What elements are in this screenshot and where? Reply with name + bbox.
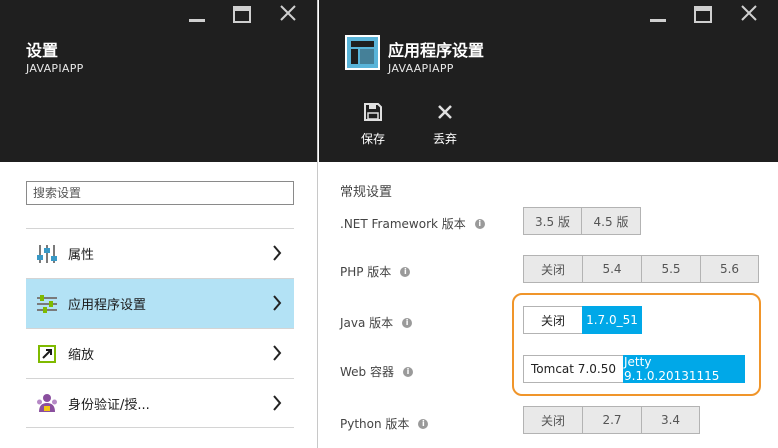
info-icon[interactable]: i [402,317,413,328]
php-version-text: PHP 版本 [340,265,392,279]
php-option-56[interactable]: 5.6 [700,255,759,283]
chevron-right-icon [273,395,282,411]
nav-item-scale[interactable]: 缩放 [26,328,294,378]
close-icon[interactable] [732,4,766,24]
nav-item-label: 缩放 [68,348,95,363]
nav-item-app-settings[interactable]: 应用程序设置 [26,278,294,328]
discard-icon [417,100,473,124]
discard-label: 丢弃 [432,132,457,146]
chevron-right-icon [273,345,282,361]
properties-icon [36,243,58,265]
search-settings-input[interactable] [26,181,294,205]
php-option-54[interactable]: 5.4 [582,255,642,283]
nav-item-label: 身份验证/授... [68,397,150,413]
chevron-right-icon [273,295,282,311]
php-version-options: 关闭 5.4 5.5 5.6 [523,255,759,283]
app-settings-subtitle: JAVAAPIAPP [388,62,454,75]
web-container-text: Web 容器 [340,365,394,379]
java-version-label: Java 版本 i [340,314,413,331]
settings-subtitle: JAVAPIAPP [26,62,84,75]
python-option-34[interactable]: 3.4 [641,406,700,434]
auth-icon [36,392,58,414]
python-option-off[interactable]: 关闭 [523,406,583,434]
close-icon[interactable] [271,4,305,24]
save-button[interactable]: 保存 [345,100,401,147]
settings-blade: 设置 JAVAPIAPP 属性 [0,0,318,448]
save-icon [345,100,401,124]
nav-item-properties[interactable]: 属性 [26,228,294,278]
nav-item-auth[interactable]: 身份验证/授... [26,378,294,428]
info-icon[interactable]: i [400,266,411,277]
php-option-off[interactable]: 关闭 [523,255,583,283]
java-option-1.7.0_51[interactable]: 1.7.0_51 [582,306,642,334]
info-icon[interactable]: i [474,218,485,229]
settings-title: 设置 [26,41,59,60]
settings-nav-list: 属性 应用程序设置 缩放 身份验证/授... [26,228,294,428]
python-option-27[interactable]: 2.7 [582,406,642,434]
info-icon[interactable]: i [418,418,429,429]
php-option-55[interactable]: 5.5 [641,255,701,283]
window-controls [179,4,305,24]
python-version-options: 关闭 2.7 3.4 [523,406,700,434]
python-version-text: Python 版本 [340,417,410,431]
info-icon[interactable]: i [402,366,413,377]
app-settings-blade-header: 应用程序设置 JAVAAPIAPP 保存 丢弃 [319,0,778,162]
maximize-icon[interactable] [225,4,259,24]
php-version-label: PHP 版本 i [340,263,411,280]
web-container-options: Tomcat 7.0.50 Jetty 9.1.0.20131115 [523,355,745,383]
app-settings-blade-icon [345,35,380,70]
net-version-options: 3.5 版 4.5 版 [523,207,641,235]
maximize-icon[interactable] [686,4,720,24]
java-version-options: 关闭 1.7.0_51 [523,306,642,334]
minimize-icon[interactable] [640,4,674,24]
chevron-right-icon [273,245,282,261]
window-controls [640,4,766,24]
net-version-text: .NET Framework 版本 [340,217,466,231]
nav-item-label: 应用程序设置 [68,298,147,313]
scale-icon [36,343,58,365]
app-settings-blade: 应用程序设置 JAVAAPIAPP 保存 丢弃 常规设置 .NET Framew… [319,0,778,448]
app-settings-title: 应用程序设置 [388,41,485,60]
web-container-label: Web 容器 i [340,363,413,380]
net-version-label: .NET Framework 版本 i [340,215,485,232]
discard-button[interactable]: 丢弃 [417,100,473,147]
app-settings-icon [36,293,58,315]
general-settings-heading: 常规设置 [340,185,393,200]
web-option-tomcat[interactable]: Tomcat 7.0.50 [523,355,624,383]
minimize-icon[interactable] [179,4,213,24]
save-label: 保存 [360,132,385,146]
nav-item-label: 属性 [68,248,95,263]
net-option-35[interactable]: 3.5 版 [523,207,582,235]
net-option-45[interactable]: 4.5 版 [581,207,641,235]
web-option-jetty[interactable]: Jetty 9.1.0.20131115 [623,355,745,383]
settings-blade-header: 设置 JAVAPIAPP [0,0,317,162]
java-option-off[interactable]: 关闭 [523,306,583,334]
python-version-label: Python 版本 i [340,415,429,432]
java-version-text: Java 版本 [340,316,394,330]
